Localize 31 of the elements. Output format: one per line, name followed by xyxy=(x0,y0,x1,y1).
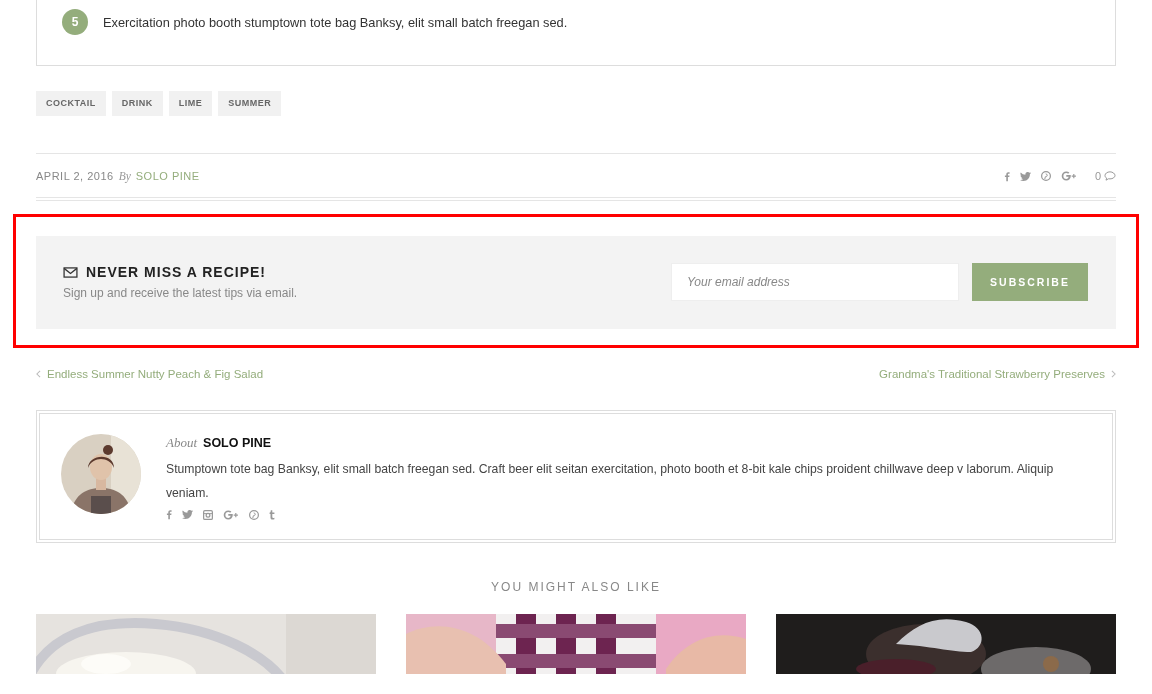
post-date: APRIL 2, 2016 xyxy=(36,170,114,182)
subscribe-title: NEVER MISS A RECIPE! xyxy=(86,264,266,280)
google-plus-icon[interactable] xyxy=(1060,171,1077,181)
comment-count[interactable]: 0 xyxy=(1094,170,1101,182)
comment-icon xyxy=(1104,171,1116,181)
chevron-left-icon xyxy=(36,370,41,378)
tag-link[interactable]: LIME xyxy=(168,91,213,116)
author-name[interactable]: SOLO PINE xyxy=(203,436,272,450)
step-text: Exercitation photo booth stumptown tote bag Banksy, elit small batch freegan sed. xyxy=(103,14,568,30)
facebook-icon[interactable] xyxy=(166,509,172,520)
about-label: About xyxy=(166,435,198,451)
byline-label: By xyxy=(118,170,131,182)
tag-link[interactable]: COCKTAIL xyxy=(36,91,106,116)
chevron-right-icon xyxy=(1111,370,1116,378)
envelope-icon xyxy=(63,266,78,278)
facebook-icon[interactable] xyxy=(1003,170,1010,182)
step-number: 5 xyxy=(62,9,88,35)
tumblr-icon[interactable] xyxy=(269,509,275,520)
google-plus-icon[interactable] xyxy=(223,509,239,520)
section-title: YOU MIGHT ALSO LIKE xyxy=(490,580,662,594)
tag-link[interactable]: DRINK xyxy=(111,91,163,116)
previous-post-link[interactable]: Endless Summer Nutty Peach & Fig Salad xyxy=(36,368,264,380)
twitter-icon[interactable] xyxy=(182,510,193,519)
instagram-icon[interactable] xyxy=(203,509,213,520)
email-field[interactable]: Your email address xyxy=(671,263,959,301)
next-post-link[interactable]: Grandma's Traditional Strawberry Preserves xyxy=(879,368,1116,380)
tag-link[interactable]: SUMMER xyxy=(218,91,282,116)
author-bio: Stumptown tote bag Banksy, elit small batch freegan sed. Craft beer elit seitan exercitation, photo booth et 8-bit kale chips proident chillwave deep v laborum. Aliquip veniam. xyxy=(166,461,1055,502)
author-link[interactable]: SOLO PINE xyxy=(135,170,200,182)
twitter-icon[interactable] xyxy=(1019,171,1031,181)
subscribe-text: Sign up and receive the latest tips via email. xyxy=(63,286,299,300)
